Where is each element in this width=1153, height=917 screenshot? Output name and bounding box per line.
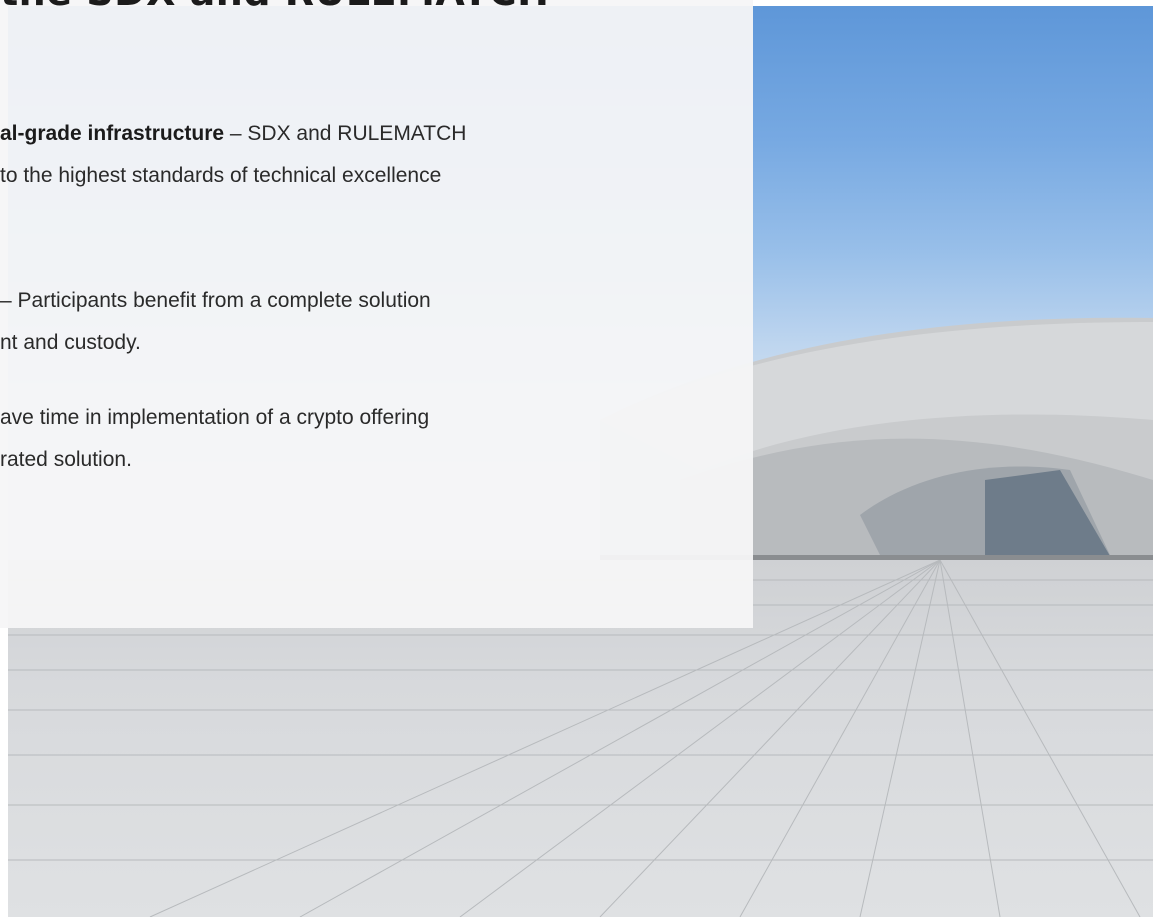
paragraph-line: ave time in implementation of a crypto o…: [0, 397, 643, 439]
paragraph-line: rated solution.: [0, 439, 643, 481]
paragraph-line: to the highest standards of technical ex…: [0, 155, 643, 197]
line-text: nt and custody.: [0, 331, 141, 354]
line-text: – SDX and RULEMATCH: [224, 122, 467, 145]
paragraph-line: – Participants benefit from a complete s…: [0, 280, 643, 322]
line-text: rated solution.: [0, 448, 132, 471]
content-panel: the SDX and RULEMATCH al-grade infrastru…: [0, 0, 753, 628]
bold-lead: al-grade infrastructure: [0, 122, 225, 145]
benefit-paragraph-solution: – Participants benefit from a complete s…: [0, 280, 643, 364]
benefit-paragraph-infrastructure: al-grade infrastructure – SDX and RULEMA…: [0, 113, 643, 197]
section-headline: the SDX and RULEMATCH: [0, 0, 549, 14]
paragraph-line: nt and custody.: [0, 322, 643, 364]
line-text: ave time in implementation of a crypto o…: [0, 406, 430, 429]
line-text: to the highest standards of technical ex…: [0, 164, 442, 187]
paragraph-line: al-grade infrastructure – SDX and RULEMA…: [0, 113, 643, 155]
benefit-paragraph-time: ave time in implementation of a crypto o…: [0, 397, 643, 481]
line-text: – Participants benefit from a complete s…: [0, 289, 431, 312]
